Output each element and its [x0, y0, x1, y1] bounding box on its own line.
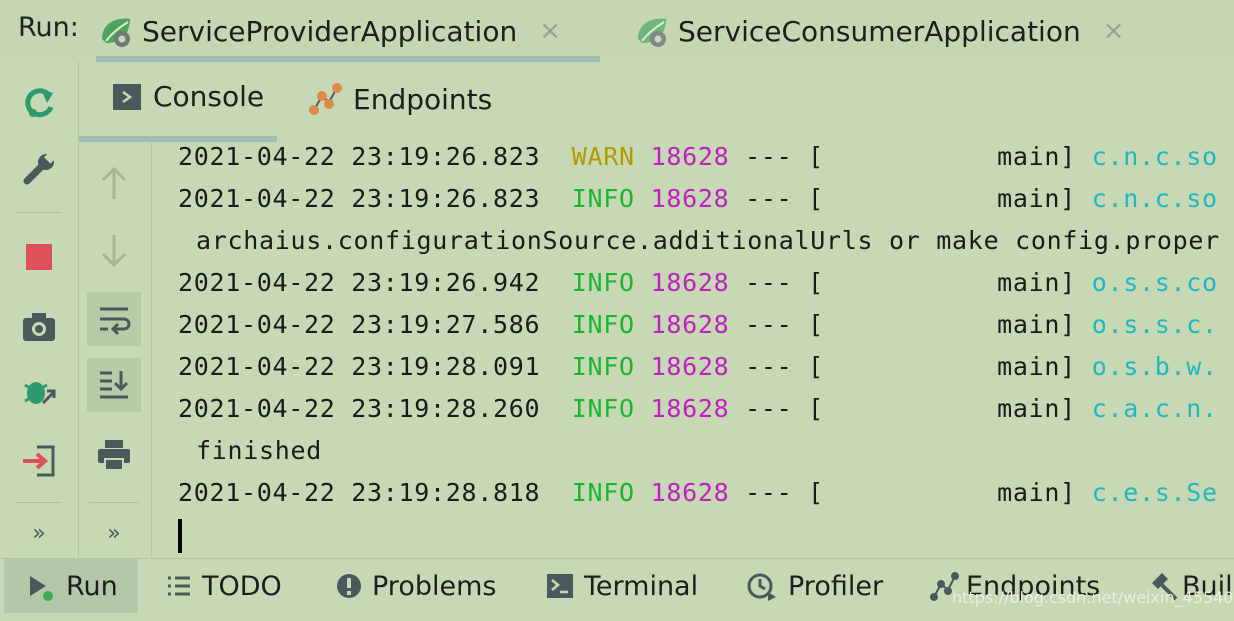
run-toolbar: »: [0, 62, 79, 558]
log-line: 2021-04-22 23:19:26.823 WARN 18628 --- […: [178, 142, 1218, 171]
tool-tab-terminal[interactable]: Terminal: [546, 559, 698, 613]
tool-tab-todo[interactable]: TODO: [166, 559, 282, 613]
watermark: https://blog.csdn.net/weixin_45540382: [952, 588, 1234, 607]
print-icon[interactable]: [89, 430, 139, 480]
log-line: 2021-04-22 23:19:28.091 INFO 18628 --- […: [178, 352, 1218, 381]
tab-console[interactable]: Console: [113, 80, 264, 113]
tool-tab-label: Terminal: [584, 570, 699, 602]
tab-endpoints[interactable]: Endpoints: [307, 80, 492, 118]
tool-tab-label: Profiler: [788, 570, 884, 602]
debug-bug-icon[interactable]: [14, 368, 64, 418]
console-toolbar: »: [79, 142, 152, 558]
rerun-icon[interactable]: [14, 78, 64, 128]
terminal-icon: [546, 573, 574, 599]
run-tab-service-consumer[interactable]: ServiceConsumerApplication ×: [632, 0, 1125, 62]
run-tab-label: ServiceProviderApplication: [142, 14, 518, 48]
console-tab-bar: Console Endpoints: [79, 62, 1234, 143]
endpoints-icon: [307, 80, 345, 118]
close-icon[interactable]: ×: [539, 16, 561, 46]
problems-icon: [336, 573, 362, 599]
tab-label: Console: [153, 80, 265, 113]
run-panel-label: Run:: [18, 12, 79, 43]
arrow-up-icon[interactable]: [89, 158, 139, 208]
tool-tab-problems[interactable]: Problems: [336, 559, 496, 613]
log-line: 2021-04-22 23:19:26.823 INFO 18628 --- […: [178, 184, 1218, 213]
spring-boot-icon: [96, 13, 136, 49]
tool-tab-profiler[interactable]: Profiler: [746, 559, 883, 613]
run-icon: [24, 570, 56, 602]
log-line: 2021-04-22 23:19:28.260 INFO 18628 --- […: [178, 394, 1218, 423]
log-continuation-line: finished: [196, 436, 323, 465]
text-caret: [178, 519, 182, 553]
console-icon: [113, 83, 141, 110]
log-line: 2021-04-22 23:19:27.586 INFO 18628 --- […: [178, 310, 1218, 339]
tool-tab-label: Run: [66, 570, 118, 602]
scroll-to-end-icon[interactable]: [87, 358, 141, 412]
log-line: 2021-04-22 23:19:28.818 INFO 18628 --- […: [178, 478, 1218, 507]
more-actions-icon[interactable]: »: [89, 508, 139, 558]
tool-tab-run[interactable]: Run: [4, 559, 138, 613]
arrow-down-icon[interactable]: [89, 226, 139, 276]
close-icon[interactable]: ×: [1103, 16, 1125, 46]
tool-tab-label: Problems: [372, 570, 497, 602]
log-continuation-line: archaius.configurationSource.additionalU…: [196, 226, 1220, 255]
more-actions-icon[interactable]: »: [14, 508, 64, 558]
tab-label: Endpoints: [353, 82, 493, 116]
spring-boot-icon: [632, 13, 672, 49]
soft-wrap-icon[interactable]: [87, 292, 141, 346]
list-icon: [166, 573, 192, 599]
log-line: 2021-04-22 23:19:26.942 INFO 18628 --- […: [178, 268, 1218, 297]
tool-tab-label: TODO: [202, 570, 282, 602]
console-output[interactable]: 2021-04-22 23:19:26.823 WARN 18628 --- […: [152, 142, 1234, 558]
run-tab-label: ServiceConsumerApplication: [678, 14, 1081, 48]
run-tab-service-provider[interactable]: ServiceProviderApplication ×: [96, 0, 600, 62]
exit-icon[interactable]: [14, 436, 64, 486]
wrench-icon[interactable]: [14, 144, 64, 194]
camera-icon[interactable]: [14, 302, 64, 352]
stop-icon[interactable]: [14, 232, 64, 282]
profiler-icon: [746, 570, 778, 602]
